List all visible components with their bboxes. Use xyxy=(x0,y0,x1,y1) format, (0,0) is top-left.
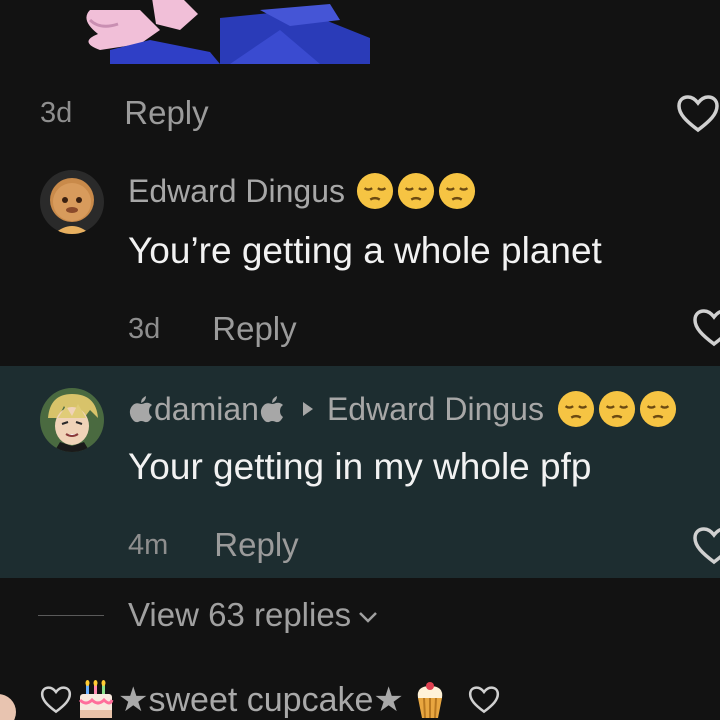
pensive-face-icon xyxy=(639,390,677,428)
next-comment-username[interactable]: ★sweet cupcake★ xyxy=(118,680,404,720)
heart-icon[interactable] xyxy=(676,94,720,134)
avatar[interactable] xyxy=(0,690,16,720)
divider-line xyxy=(38,614,104,616)
emoji-group xyxy=(353,172,476,210)
comments-screen: 3d Reply Edward Dingus You’re getting a … xyxy=(0,0,720,720)
reply-button[interactable]: Reply xyxy=(124,94,208,132)
comment-username[interactable]: damian xyxy=(154,391,259,428)
white-heart-icon xyxy=(40,686,72,714)
heart-icon[interactable] xyxy=(692,526,720,566)
reply-button[interactable]: Reply xyxy=(214,526,298,564)
comment-attached-image[interactable] xyxy=(70,0,370,64)
reply-to-username[interactable]: Edward Dingus xyxy=(327,391,544,428)
heart-icon[interactable] xyxy=(692,308,720,348)
comment-2-username-row: damian Edward Dingus xyxy=(128,390,677,428)
white-heart-icon xyxy=(468,686,499,714)
apple-logo-icon xyxy=(260,396,283,423)
comment-time: 3d xyxy=(40,96,73,129)
emoji-group xyxy=(554,390,677,428)
view-replies-row[interactable]: View 63 replies xyxy=(0,590,720,640)
chevron-down-icon[interactable] xyxy=(357,610,379,624)
comment-time: 3d xyxy=(128,312,161,345)
play-arrow-icon xyxy=(302,402,313,416)
pensive-face-icon xyxy=(397,172,435,210)
birthday-cake-icon xyxy=(78,680,114,718)
comment-1-meta: 3d Reply xyxy=(128,310,297,348)
avatar[interactable] xyxy=(40,388,104,452)
next-comment-username-row: ★sweet cupcake★ xyxy=(40,680,500,720)
comment-0-meta: 3d Reply xyxy=(40,94,209,132)
reply-button[interactable]: Reply xyxy=(212,310,296,348)
comment-1-username-row: Edward Dingus xyxy=(128,172,476,210)
pensive-face-icon xyxy=(356,172,394,210)
avatar[interactable] xyxy=(40,170,104,234)
cupcake-icon xyxy=(417,682,443,719)
comment-text: You’re getting a whole planet xyxy=(128,230,602,271)
comment-2-meta: 4m Reply xyxy=(128,526,299,564)
comment-text: Your getting in my whole pfp xyxy=(128,446,592,487)
pensive-face-icon xyxy=(598,390,636,428)
comment-time: 4m xyxy=(128,528,169,561)
comment-username[interactable]: Edward Dingus xyxy=(128,173,345,210)
view-replies-button[interactable]: View 63 replies xyxy=(128,596,351,634)
pensive-face-icon xyxy=(557,390,595,428)
apple-logo-icon xyxy=(129,396,152,423)
pensive-face-icon xyxy=(438,172,476,210)
